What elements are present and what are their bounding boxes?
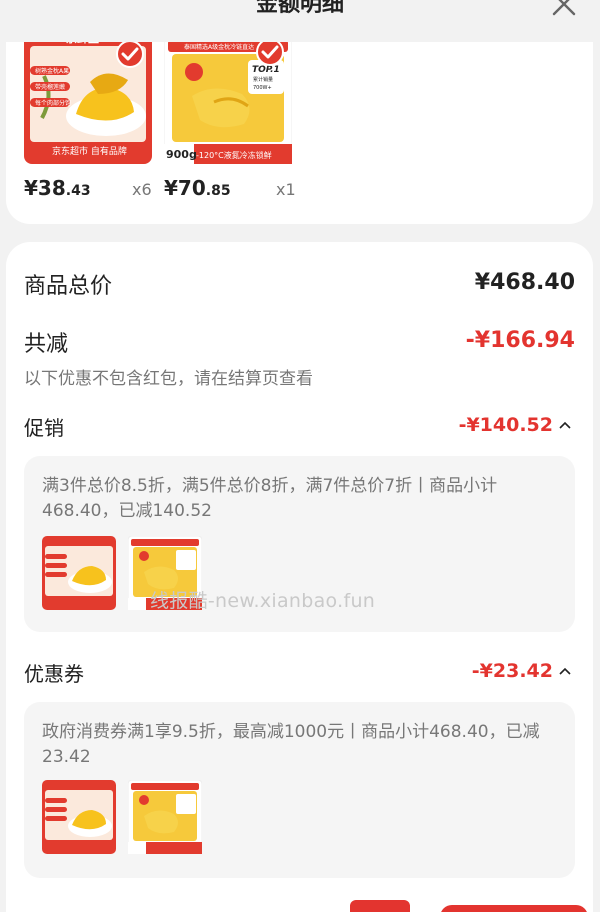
coupon-label: 优惠券	[24, 662, 84, 686]
coupon-toggle[interactable]: -¥23.42	[472, 660, 571, 682]
banner-text: 泰国精选A级金枕冷链直达	[184, 43, 254, 51]
sheet-title: 金额明细	[255, 0, 344, 17]
discount-note: 以下优惠不包含红包，请在结算页查看	[24, 369, 313, 389]
product-image-durian-jingxiansheng[interactable]: 树熟金枕A果 带壳榴莲嫩 每个肉部分饱 京鲜生 京东超市 自有品牌	[24, 36, 152, 164]
products-card: 树熟金枕A果 带壳榴莲嫩 每个肉部分饱 京鲜生 京东超市 自有品牌 ¥38.43…	[6, 22, 593, 224]
product-price: ¥70.85	[164, 176, 231, 200]
weight-text: 900g	[166, 148, 197, 161]
coupon-detail: 政府消费券满1享9.5折，最高减1000元丨商品小计468.40，已减23.42	[42, 722, 540, 767]
product-item[interactable]: 泰国精选A级金枕冷链直达 TOP.1 累计销量 700W+ 900g -120°…	[146, 36, 296, 206]
footer-text: -120°C液氮冷冻锁鲜	[196, 150, 272, 160]
top-badge: TOP.1	[252, 65, 280, 75]
promo-toggle[interactable]: -¥140.52	[459, 414, 571, 436]
top-count: 700W+	[253, 85, 272, 91]
watermark-text: 线报酷-new.xianbao.fun	[150, 590, 376, 612]
footer-text: 京东超市 自有品牌	[52, 145, 127, 157]
product-price: ¥38.43	[24, 176, 91, 200]
checkout-button[interactable]	[440, 905, 588, 912]
coupon-product-thumb	[42, 780, 116, 854]
chevron-up-icon	[559, 421, 571, 429]
close-icon[interactable]	[550, 0, 578, 18]
coupon-value: -¥23.42	[471, 660, 553, 682]
promo-label: 促销	[24, 416, 64, 440]
summary-card: 商品总价 ¥468.40 共减 -¥166.94 以下优惠不包含红包，请在结算页…	[6, 242, 593, 912]
product-qty: x1	[276, 180, 296, 199]
total-label: 商品总价	[24, 274, 113, 299]
tag-text: 树熟金枕A果	[35, 67, 69, 75]
reduce-label: 共减	[24, 332, 69, 357]
reduce-value: -¥166.94	[465, 328, 575, 353]
total-value: ¥468.40	[474, 270, 575, 295]
sheet-header: 金额明细	[0, 0, 600, 42]
promo-detail: 满3件总价8.5折，满5件总价8折，满7件总价7折丨商品小计468.40，已减1…	[42, 476, 498, 521]
tag-text: 带壳榴莲嫩	[35, 83, 65, 91]
product-item[interactable]: 树熟金枕A果 带壳榴莲嫩 每个肉部分饱 京鲜生 京东超市 自有品牌 ¥38.43…	[6, 36, 152, 206]
tag-text: 每个肉部分饱	[35, 99, 71, 107]
chevron-up-icon	[559, 667, 571, 675]
promo-value: -¥140.52	[458, 414, 553, 436]
promo-product-thumb	[42, 536, 116, 610]
bottom-total-peek	[350, 900, 410, 912]
coupon-product-thumb	[128, 780, 202, 854]
coupon-detail-box: 政府消费券满1享9.5折，最高减1000元丨商品小计468.40，已减23.42	[24, 702, 575, 878]
top-sub: 累计销量	[253, 76, 273, 83]
amount-detail-sheet: 金额明细 树熟金枕A果 带壳榴莲嫩 每个肉部分饱 京鲜生	[0, 0, 600, 912]
product-image-durian-frozen[interactable]: 泰国精选A级金枕冷链直达 TOP.1 累计销量 700W+ 900g -120°…	[164, 36, 292, 164]
